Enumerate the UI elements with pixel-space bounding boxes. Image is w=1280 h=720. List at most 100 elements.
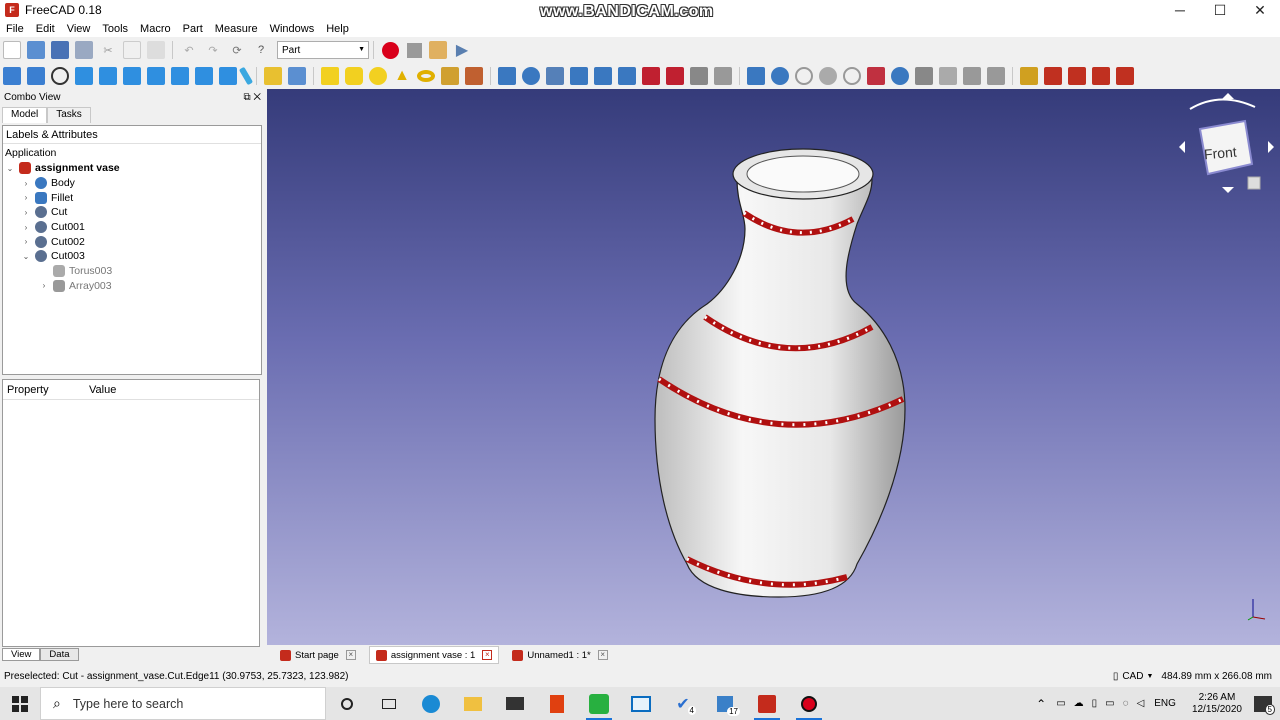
close-icon[interactable]: × [597, 650, 608, 660]
make-face-icon[interactable] [618, 67, 636, 85]
measure-clear-icon[interactable] [1092, 67, 1110, 85]
fit-selection-icon[interactable] [27, 67, 45, 85]
refresh-icon[interactable]: ⟳ [228, 41, 246, 59]
mail-icon[interactable] [494, 687, 536, 720]
doc-tab-assignment-vase[interactable]: assignment vase : 1 × [368, 646, 500, 664]
close-icon[interactable]: × [482, 650, 493, 660]
minimize-button[interactable]: ─ [1160, 0, 1200, 20]
tab-tasks[interactable]: Tasks [47, 107, 91, 123]
fillet-icon[interactable] [570, 67, 588, 85]
cylinder-icon[interactable] [345, 67, 363, 85]
measure-icon[interactable] [238, 66, 254, 86]
menu-edit[interactable]: Edit [30, 23, 61, 35]
torus-icon[interactable] [417, 70, 435, 82]
compound-icon[interactable] [747, 67, 765, 85]
chevron-right-icon[interactable]: › [21, 223, 31, 232]
tree-item-torus003[interactable]: Torus003 [3, 264, 261, 279]
doc-tab-start-page[interactable]: Start page × [273, 646, 363, 664]
menu-file[interactable]: File [0, 23, 30, 35]
offset-icon[interactable] [714, 67, 732, 85]
whats-this-icon[interactable]: ? [252, 41, 270, 59]
copy-icon[interactable] [123, 41, 141, 59]
tree-item-cut001[interactable]: › Cut001 [3, 220, 261, 235]
cone-icon[interactable]: ▲ [393, 67, 411, 85]
chevron-right-icon[interactable]: › [21, 193, 31, 202]
create-part-icon[interactable] [264, 67, 282, 85]
3d-viewport[interactable]: Front [267, 89, 1280, 645]
notification-icon[interactable]: 5 [1254, 695, 1275, 715]
todo-icon[interactable]: ✔ 4 [662, 687, 704, 720]
view-bottom-icon[interactable] [195, 67, 213, 85]
navcube-face-label[interactable]: Front [1203, 144, 1237, 163]
new-file-icon[interactable] [3, 41, 21, 59]
tree-root[interactable]: Application [3, 144, 261, 161]
thickness-icon[interactable] [987, 67, 1005, 85]
tab-model[interactable]: Model [2, 107, 48, 123]
menu-part[interactable]: Part [177, 23, 209, 35]
volume-icon[interactable]: ◁ [1137, 698, 1145, 709]
taskbar-search[interactable]: ⌕ Type here to search [40, 687, 326, 720]
tree-item-cut003[interactable]: ⌄ Cut003 [3, 249, 261, 264]
menu-windows[interactable]: Windows [264, 23, 321, 35]
chevron-down-icon[interactable]: ⌄ [5, 164, 15, 173]
undo-icon[interactable]: ↶ [180, 41, 198, 59]
view-left-icon[interactable] [219, 67, 237, 85]
macro-record-icon[interactable] [381, 41, 399, 59]
cross-sections-icon[interactable] [939, 67, 957, 85]
office-icon[interactable] [536, 687, 578, 720]
green-app-icon[interactable] [578, 687, 620, 720]
open-folder-icon[interactable] [27, 41, 45, 59]
ruled-surface-icon[interactable] [642, 67, 660, 85]
redo-icon[interactable]: ↷ [204, 41, 222, 59]
dock-float-close-icon[interactable]: ⧉ ✕ [243, 92, 261, 103]
chevron-up-icon[interactable]: ⌃ [1036, 697, 1046, 711]
menu-macro[interactable]: Macro [134, 23, 177, 35]
chevron-down-icon[interactable]: ▼ [1146, 673, 1153, 680]
draw-style-icon[interactable] [51, 67, 69, 85]
common-icon[interactable] [843, 67, 861, 85]
view-front-icon[interactable] [99, 67, 117, 85]
create-group-icon[interactable] [288, 67, 306, 85]
chamfer-icon[interactable] [594, 67, 612, 85]
boolean-icon[interactable] [771, 67, 789, 85]
measure-angular-icon[interactable] [1044, 67, 1062, 85]
onedrive-icon[interactable]: ☁ [1074, 698, 1084, 709]
sweep-icon[interactable] [690, 67, 708, 85]
view-rear-icon[interactable] [171, 67, 189, 85]
navigation-style[interactable]: CAD [1122, 671, 1143, 682]
tree-item-cut002[interactable]: › Cut002 [3, 234, 261, 249]
view-isometric-icon[interactable] [75, 67, 93, 85]
fuse-icon[interactable] [819, 67, 837, 85]
revolve-icon[interactable] [522, 67, 540, 85]
calendar-icon[interactable]: 17 [704, 687, 746, 720]
tree-item-fillet[interactable]: › Fillet [3, 190, 261, 205]
menu-measure[interactable]: Measure [209, 23, 264, 35]
view-right-icon[interactable] [147, 67, 165, 85]
split-icon[interactable] [891, 67, 909, 85]
maximize-button[interactable]: ☐ [1200, 0, 1240, 20]
cut-icon[interactable]: ✂ [99, 41, 117, 59]
mirror-icon[interactable] [546, 67, 564, 85]
save-icon[interactable] [51, 41, 69, 59]
tree-item-cut[interactable]: › Cut [3, 205, 261, 220]
cortana-icon[interactable] [326, 687, 368, 720]
cut-shape-icon[interactable] [795, 67, 813, 85]
chevron-right-icon[interactable]: › [21, 208, 31, 217]
save-as-icon[interactable] [75, 41, 93, 59]
menu-help[interactable]: Help [320, 23, 355, 35]
chevron-right-icon[interactable]: › [21, 237, 31, 246]
bandicam-task-icon[interactable] [788, 687, 830, 720]
macro-run-icon[interactable]: ▶ [453, 41, 471, 59]
usb-icon[interactable]: ▯ [1092, 698, 1098, 709]
macro-edit-icon[interactable] [429, 41, 447, 59]
close-icon[interactable]: × [345, 650, 356, 660]
edge-browser-icon[interactable] [410, 687, 452, 720]
battery-icon[interactable]: ▭ [1105, 698, 1114, 709]
measure-linear-icon[interactable] [1020, 67, 1038, 85]
loft-icon[interactable] [666, 67, 684, 85]
fit-all-icon[interactable] [3, 67, 21, 85]
chevron-right-icon[interactable]: › [39, 281, 49, 290]
sphere-icon[interactable] [369, 67, 387, 85]
join-features-icon[interactable] [867, 67, 885, 85]
tree-item-array003[interactable]: › Array003 [3, 279, 261, 294]
